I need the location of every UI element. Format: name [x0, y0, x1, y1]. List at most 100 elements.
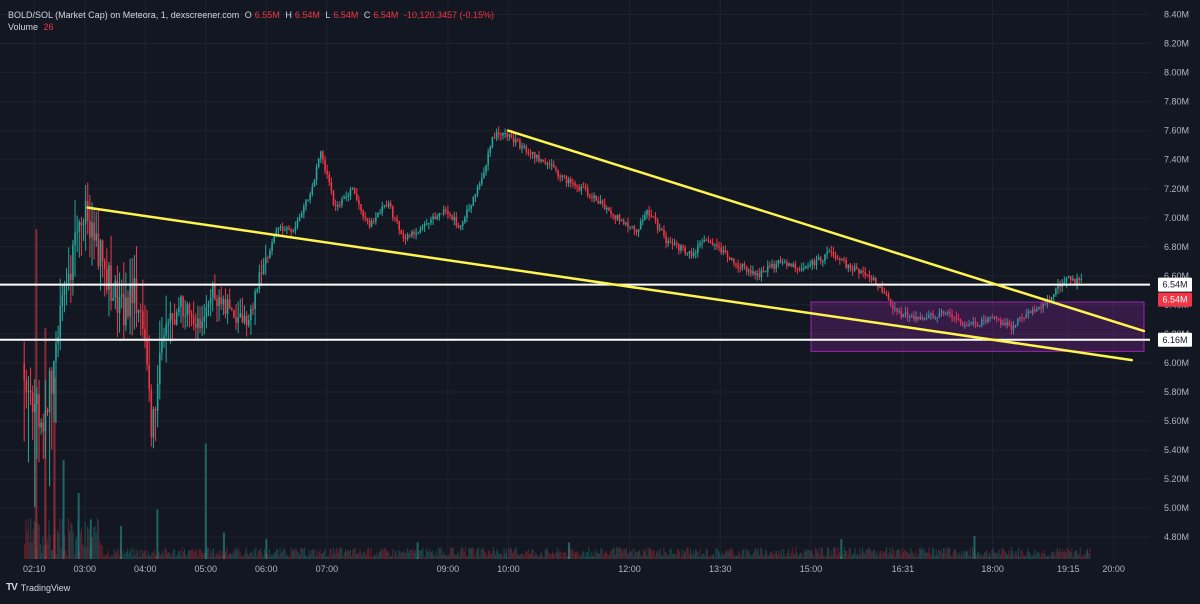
candle-body: [883, 292, 886, 294]
volume-bar: [52, 550, 54, 559]
volume-bar: [381, 547, 383, 559]
volume-bar: [347, 549, 349, 559]
volume-bar: [558, 552, 560, 559]
volume-bar: [697, 551, 699, 559]
volume-bar: [468, 548, 470, 559]
volume-bar: [48, 519, 50, 559]
candle-body: [142, 310, 144, 329]
volume-bar: [1070, 552, 1072, 559]
volume-bar: [33, 521, 35, 559]
volume-bar: [1041, 552, 1043, 559]
volume-bar: [594, 556, 596, 559]
open-value: 6.55M: [254, 10, 280, 20]
candle-body: [332, 190, 335, 205]
volume-bar: [135, 549, 137, 559]
volume-bar: [604, 552, 606, 559]
candle-body: [408, 234, 411, 236]
volume-bar: [58, 533, 60, 559]
candle-body: [23, 362, 26, 381]
volume-bar: [1073, 552, 1075, 559]
volume-bar: [269, 556, 271, 559]
volume-bar: [1010, 547, 1012, 559]
volume-bar: [514, 548, 516, 559]
volume-bar: [92, 537, 93, 559]
candle-body: [527, 151, 530, 154]
volume-bar: [1009, 554, 1011, 559]
volume-bar: [789, 556, 791, 559]
volume-bar: [797, 556, 799, 559]
volume-bar: [893, 549, 895, 559]
volume-bar: [25, 519, 27, 559]
volume-bar: [646, 555, 648, 559]
candle-body: [610, 210, 612, 214]
volume-bar: [772, 553, 774, 559]
volume-bar: [713, 553, 714, 559]
volume-bar: [834, 547, 836, 559]
candle-body: [817, 257, 820, 261]
volume-bar: [96, 517, 98, 559]
candle-body: [879, 286, 881, 288]
candle-body: [430, 219, 432, 223]
volume-bar: [190, 550, 192, 559]
volume-bar: [859, 548, 861, 559]
volume-bar: [273, 552, 275, 559]
volume-bar: [245, 548, 247, 559]
volume-bar: [913, 556, 915, 559]
volume-bar: [872, 549, 874, 559]
volume-bar: [951, 556, 953, 559]
price-chart[interactable]: 4.80M5.00M5.20M5.40M5.60M5.80M6.00M6.20M…: [0, 0, 1200, 599]
candle-body: [555, 167, 557, 170]
volume-bar: [374, 554, 376, 559]
volume-bar: [624, 549, 626, 559]
volume-bar: [467, 555, 469, 559]
volume-bar: [445, 554, 447, 559]
candle-body: [1074, 278, 1076, 284]
volume-bar: [191, 549, 193, 559]
candle-body: [205, 307, 208, 317]
volume-bar: [554, 554, 556, 559]
x-tick-label: 06:00: [255, 564, 278, 574]
candle-body: [78, 222, 81, 232]
volume-bar: [286, 555, 288, 559]
candle-body: [326, 170, 328, 175]
candle-body: [686, 253, 689, 255]
volume-bar: [398, 549, 400, 559]
volume-bar: [232, 552, 234, 559]
chart-root[interactable]: 4.80M5.00M5.20M5.40M5.60M5.80M6.00M6.20M…: [0, 0, 1200, 599]
candle-body: [574, 183, 576, 186]
candle-body: [74, 232, 76, 245]
candle-body: [112, 297, 114, 301]
tradingview-brand[interactable]: TV TradingView: [6, 582, 70, 593]
candle-body: [478, 184, 481, 187]
candle-body: [1050, 296, 1053, 301]
candle-body: [538, 154, 540, 162]
volume-bar: [846, 550, 848, 559]
volume-bar: [134, 555, 136, 559]
volume-bar: [961, 551, 963, 559]
volume-bar: [663, 547, 665, 559]
volume-bar: [77, 520, 79, 559]
volume-bar: [573, 553, 575, 559]
candle-body: [828, 251, 831, 253]
candle-body: [256, 289, 259, 292]
candle-body: [849, 264, 852, 269]
symbol-title[interactable]: BOLD/SOL (Market Cap) on Meteora, 1, dex…: [8, 10, 239, 20]
volume-bar: [966, 550, 967, 559]
candle-body: [605, 207, 608, 210]
volume-bar: [187, 551, 189, 559]
candle-body: [347, 195, 350, 197]
candle-body: [260, 272, 263, 274]
volume-bar: [790, 552, 792, 559]
candle-body: [625, 222, 627, 225]
candle-body: [122, 294, 125, 326]
volume-bar: [836, 554, 838, 559]
volume-bar: [618, 547, 620, 559]
volume-bar: [520, 553, 522, 559]
volume-bar: [784, 555, 786, 559]
volume-bar: [199, 549, 201, 559]
consolidation-zone[interactable]: [810, 301, 1145, 352]
candle-body: [110, 265, 112, 301]
volume-bar: [675, 554, 677, 559]
volume-bar: [348, 550, 350, 559]
candle-body: [747, 270, 750, 272]
